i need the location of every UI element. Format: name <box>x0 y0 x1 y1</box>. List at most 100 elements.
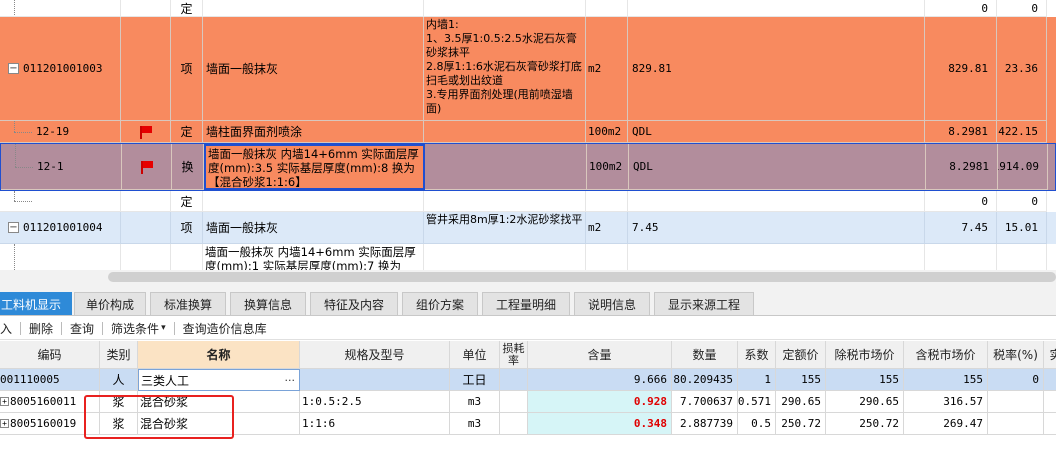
price-cell: 15.01 <box>997 212 1047 244</box>
price-cell: 422.15 <box>997 121 1047 143</box>
tax-rate-cell <box>988 391 1044 413</box>
amount-cell: 80.209435 <box>672 369 738 391</box>
name-cell: 墙面一般抹灰 <box>203 17 424 121</box>
amount-cell: 2.887739 <box>672 413 738 435</box>
price-library-button[interactable]: 查询造价信息库 <box>175 317 275 339</box>
tab-description[interactable]: 说明信息 <box>574 292 650 315</box>
spec-cell: 1:0.5:2.5 <box>300 391 450 413</box>
tab-unit-price[interactable]: 单价构成 <box>74 292 146 315</box>
filter-dropdown[interactable]: 筛选条件 ▾ <box>103 317 174 339</box>
tax-rate-cell <box>988 413 1044 435</box>
col-quota-price[interactable]: 定额价 <box>776 341 826 369</box>
col-coefficient[interactable]: 系数 <box>738 341 776 369</box>
filter-label: 筛选条件 <box>111 321 160 336</box>
qty-expr-cell: 829.81 <box>628 17 925 121</box>
market-price-in-cell: 155 <box>904 369 988 391</box>
amount-cell: 7.700637 <box>672 391 738 413</box>
code-cell: 8005160019 <box>10 417 77 430</box>
delete-button[interactable]: 删除 <box>21 317 61 339</box>
unit-cell: m3 <box>450 413 500 435</box>
unit-cell: m3 <box>450 391 500 413</box>
col-name[interactable]: 名称 <box>138 341 300 369</box>
col-market-price-ex-tax[interactable]: 除税市场价 <box>826 341 904 369</box>
more-icon[interactable]: ··· <box>285 374 296 387</box>
bill-items-grid: 定 0 0 − 011201001003 项 墙面一般抹灰 内墙1: 1、3.5… <box>0 0 1056 270</box>
qty-cell: 0 <box>925 0 997 17</box>
grid-row[interactable]: 12-19 定 墙柱面界面剂喷涂 100m2 QDL 8.2981 422.15 <box>0 121 1056 143</box>
col-tax-rate[interactable]: 税率(%) <box>988 341 1044 369</box>
name-input[interactable]: 三类人工 ··· <box>138 369 300 391</box>
type-cell: 定 <box>171 191 203 212</box>
col-content[interactable]: 含量 <box>528 341 672 369</box>
name-cell-editing[interactable]: 墙面一般抹灰 内墙14+6mm 实际面层厚度(mm):3.5 实际基层厚度(mm… <box>204 144 425 190</box>
price-cell: 23.36 <box>997 17 1047 121</box>
content-cell[interactable]: 0.348 <box>528 413 672 435</box>
type-cell: 项 <box>171 17 203 121</box>
insert-button[interactable]: 入 <box>0 317 20 339</box>
col-category[interactable]: 类别 <box>100 341 138 369</box>
col-unit[interactable]: 单位 <box>450 341 500 369</box>
unit-cell: 100m2 <box>587 144 629 190</box>
grid-row[interactable]: 定 0 0 <box>0 191 1056 212</box>
coefficient-cell: 0.571 <box>738 391 776 413</box>
qty-cell: 7.45 <box>925 212 997 244</box>
unit-cell: 100m2 <box>586 121 628 143</box>
table-header: 编码 类别 名称 规格及型号 单位 损耗率 含量 数量 系数 定额价 除税市场价… <box>0 341 1056 369</box>
grid-row-selected[interactable]: 12-1 换 墙面一般抹灰 内墙14+6mm 实际面层厚度(mm):3.5 实际… <box>0 143 1056 191</box>
grid-row[interactable]: − 011201001004 项 墙面一般抹灰 管井采用8m厚1:2水泥砂浆找平… <box>0 212 1056 244</box>
expand-icon[interactable]: + <box>0 397 9 406</box>
name-cell: 墙柱面界面剂喷涂 <box>203 121 424 143</box>
grid-row[interactable]: − 011201001003 项 墙面一般抹灰 内墙1: 1、3.5厚1:0.5… <box>0 17 1056 121</box>
code-cell: 011201001004 <box>23 221 103 234</box>
unit-cell: 工日 <box>450 369 500 391</box>
tab-source-project[interactable]: 显示来源工程 <box>654 292 754 315</box>
market-price-in-cell: 269.47 <box>904 413 988 435</box>
col-code[interactable]: 编码 <box>0 341 100 369</box>
unit-cell: m2 <box>586 17 628 121</box>
price-cell: 1914.09 <box>998 144 1048 190</box>
content-cell[interactable]: 9.666 <box>528 369 672 391</box>
category-cell: 人 <box>100 369 138 391</box>
loss-cell <box>500 413 528 435</box>
grid-row[interactable]: 定 0 0 <box>0 0 1056 17</box>
flag-icon[interactable] <box>139 125 153 139</box>
spec-cell: 1:1:6 <box>300 413 450 435</box>
code-cell: 12-1 <box>37 160 64 173</box>
tab-materials[interactable]: 工料机显示 <box>0 292 72 315</box>
feature-cell: 管井采用8m厚1:2水泥砂浆找平 <box>424 212 586 244</box>
tab-quantity-detail[interactable]: 工程量明细 <box>482 292 570 315</box>
tab-conversion-info[interactable]: 换算信息 <box>230 292 306 315</box>
tab-pricing-scheme[interactable]: 组价方案 <box>402 292 478 315</box>
annotation-highlight-box <box>84 395 234 439</box>
coefficient-cell: 0.5 <box>738 413 776 435</box>
content-cell[interactable]: 0.928 <box>528 391 672 413</box>
tax-rate-cell: 0 <box>988 369 1044 391</box>
collapse-icon[interactable]: − <box>8 222 19 233</box>
name-cell: 墙面一般抹灰 <box>203 212 424 244</box>
query-button[interactable]: 查询 <box>62 317 102 339</box>
tab-standard-conversion[interactable]: 标准换算 <box>150 292 226 315</box>
code-cell: 011201001003 <box>23 62 103 75</box>
code-cell: 001110005 <box>0 369 100 391</box>
horizontal-scrollbar-thumb[interactable] <box>108 272 1056 282</box>
grid-row[interactable]: 墙面一般抹灰 内墙14+6mm 实际面层厚度(mm):1 实际基层厚度(mm):… <box>0 244 1056 270</box>
loss-cell <box>500 369 528 391</box>
tab-features[interactable]: 特征及内容 <box>310 292 398 315</box>
chevron-down-icon: ▾ <box>161 323 166 333</box>
col-amount[interactable]: 数量 <box>672 341 738 369</box>
col-market-price-in-tax[interactable]: 含税市场价 <box>904 341 988 369</box>
table-row-selected[interactable]: 001110005 人 三类人工 ··· 工日 9.666 80.209435 … <box>0 369 1056 391</box>
materials-toolbar: 入 删除 查询 筛选条件 ▾ 查询造价信息库 <box>0 317 1056 340</box>
coefficient-cell: 1 <box>738 369 776 391</box>
expand-icon[interactable]: + <box>0 419 9 428</box>
feature-cell: 内墙1: 1、3.5厚1:0.5:2.5水泥石灰膏砂浆抹平 2.8厚1:1:6水… <box>424 17 586 121</box>
col-actual[interactable]: 实 <box>1044 341 1056 369</box>
col-loss-rate[interactable]: 损耗率 <box>500 341 528 369</box>
code-cell: 8005160011 <box>10 395 77 408</box>
qty-expr-cell: 7.45 <box>628 212 925 244</box>
collapse-icon[interactable]: − <box>8 63 19 74</box>
quota-price-cell: 290.65 <box>776 391 826 413</box>
col-spec[interactable]: 规格及型号 <box>300 341 450 369</box>
qty-cell: 0 <box>925 191 997 212</box>
flag-checked-icon[interactable] <box>140 160 154 174</box>
